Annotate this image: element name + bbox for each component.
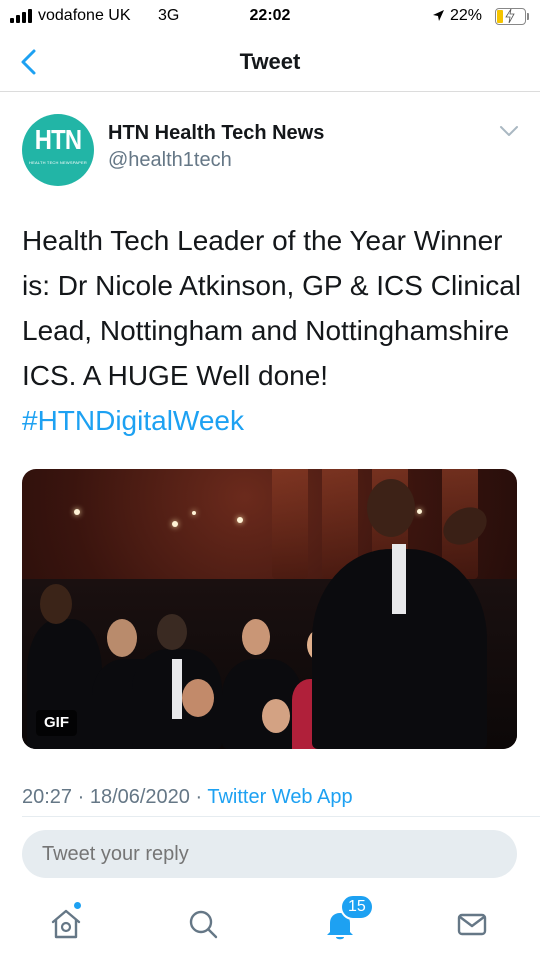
tab-messages[interactable] xyxy=(452,904,492,944)
source-app-link[interactable]: Twitter Web App xyxy=(207,786,352,808)
hashtag-link[interactable]: #HTNDigitalWeek xyxy=(22,405,244,436)
battery-nub xyxy=(527,13,529,20)
tab-home[interactable] xyxy=(46,902,86,944)
tweet-text: Health Tech Leader of the Year Winner is… xyxy=(22,218,522,443)
tab-notifications[interactable]: 15 xyxy=(320,894,374,944)
gif-badge: GIF xyxy=(36,710,77,736)
tab-bar: 15 xyxy=(0,890,540,960)
nav-bar: Tweet xyxy=(0,34,540,92)
location-arrow-icon xyxy=(433,10,444,21)
status-bar: vodafone UK 3G 22:02 22% xyxy=(0,0,540,34)
page-title: Tweet xyxy=(239,49,301,74)
author-handle: @health1tech xyxy=(108,149,232,171)
home-icon xyxy=(51,909,81,939)
avatar-logo-text: HTN xyxy=(34,124,82,155)
avatar-tagline: HEALTH TECH NEWSPAPER xyxy=(29,160,87,165)
tab-search[interactable] xyxy=(183,904,223,944)
battery-percent: 22% xyxy=(450,7,483,24)
tweet-timestamp: 20:27 · 18/06/2020 · xyxy=(22,786,208,808)
divider xyxy=(22,816,540,817)
battery-charging-icon xyxy=(495,8,526,25)
tweet-gif-media[interactable] xyxy=(22,469,517,749)
home-notification-dot xyxy=(74,902,81,909)
mail-icon xyxy=(457,913,487,936)
tweet-body: Health Tech Leader of the Year Winner is… xyxy=(22,225,521,391)
media-background xyxy=(272,469,308,579)
avatar[interactable]: HTN HEALTH TECH NEWSPAPER xyxy=(22,114,94,186)
reply-input[interactable] xyxy=(22,830,517,878)
tweet-meta: 20:27 · 18/06/2020 · Twitter Web App xyxy=(22,786,353,809)
notification-count-badge: 15 xyxy=(340,894,374,920)
chevron-down-icon[interactable] xyxy=(498,124,520,138)
search-icon xyxy=(189,910,218,939)
author-display-name[interactable]: HTN Health Tech News xyxy=(108,122,324,145)
